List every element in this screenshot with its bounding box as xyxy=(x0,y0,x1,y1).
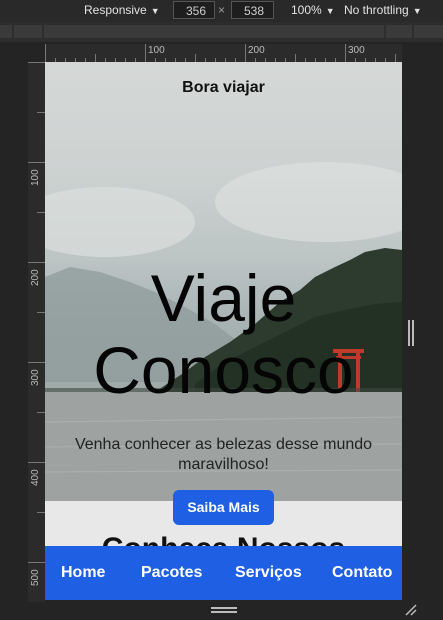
vertical-ruler: 100 200 300 400 500 xyxy=(28,62,45,602)
site-brand[interactable]: Bora viajar xyxy=(45,79,402,97)
chevron-down-icon: ▼ xyxy=(150,6,160,16)
page-viewport: Bora viajar Viaje Conosco Venha conhecer… xyxy=(45,62,402,600)
hero-title-line: Conosco xyxy=(93,333,354,407)
hero-subtitle: Venha conhecer as belezas desse mundo ma… xyxy=(74,436,373,473)
device-mode-dropdown[interactable]: Responsive ▼ xyxy=(84,3,160,17)
nav-item-contato[interactable]: Contato xyxy=(332,564,392,582)
media-query-bar[interactable] xyxy=(0,22,443,42)
nav-item-home[interactable]: Home xyxy=(61,564,105,582)
ruler-label: 300 xyxy=(30,369,41,386)
media-query-segment[interactable] xyxy=(0,25,12,38)
corner-resize-icon[interactable] xyxy=(405,604,417,616)
ruler-label: 500 xyxy=(30,569,41,586)
zoom-dropdown[interactable]: 100% ▼ xyxy=(291,3,335,17)
ruler-label: 200 xyxy=(248,45,265,56)
width-resize-handle[interactable] xyxy=(408,320,414,346)
media-query-segment[interactable] xyxy=(14,25,42,38)
media-query-segment[interactable] xyxy=(414,25,443,38)
dimension-separator: × xyxy=(218,3,226,17)
nav-item-pacotes[interactable]: Pacotes xyxy=(141,564,202,582)
zoom-label: 100% xyxy=(291,3,322,17)
hero-title-line: Viaje xyxy=(150,261,297,335)
nav-item-servicos[interactable]: Serviços xyxy=(235,564,302,582)
ruler-label: 300 xyxy=(348,45,365,56)
media-query-segment[interactable] xyxy=(386,25,412,38)
throttling-label: No throttling xyxy=(344,3,409,17)
width-input[interactable]: 356 xyxy=(173,1,215,19)
height-input[interactable]: 538 xyxy=(231,1,274,19)
ruler-label: 100 xyxy=(30,169,41,186)
ruler-label: 100 xyxy=(148,45,165,56)
ruler-label: 400 xyxy=(30,469,41,486)
hero-section: Bora viajar Viaje Conosco Venha conhecer… xyxy=(45,62,402,501)
horizontal-ruler: 100 200 300 xyxy=(45,44,402,62)
saiba-mais-button[interactable]: Saiba Mais xyxy=(173,490,274,525)
bottom-nav: Home Pacotes Serviços Contato xyxy=(45,546,402,600)
device-mode-label: Responsive xyxy=(84,3,147,17)
throttling-dropdown[interactable]: No throttling ▼ xyxy=(344,3,422,17)
media-query-segment[interactable] xyxy=(44,25,384,38)
height-resize-handle[interactable] xyxy=(211,607,237,613)
device-toolbar: Responsive ▼ 356 × 538 100% ▼ No throttlin… xyxy=(0,0,443,22)
hero-title: Viaje Conosco xyxy=(45,262,402,406)
chevron-down-icon: ▼ xyxy=(412,6,422,16)
chevron-down-icon: ▼ xyxy=(325,6,335,16)
ruler-label: 200 xyxy=(30,269,41,286)
